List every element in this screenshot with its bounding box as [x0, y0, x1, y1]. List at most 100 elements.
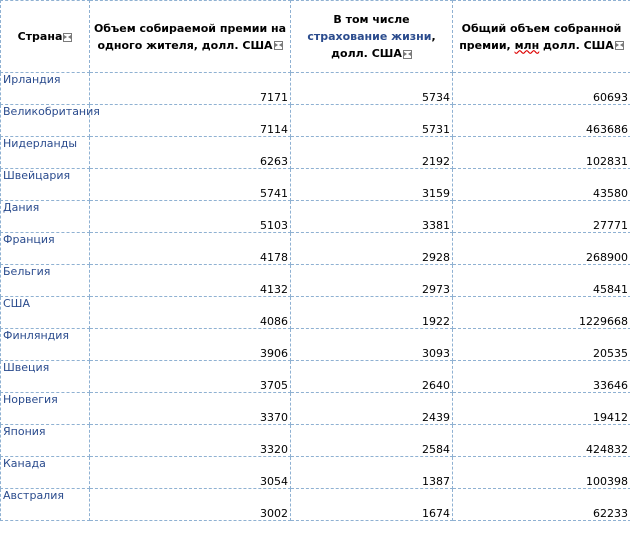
- life-cell: 2439: [290, 392, 453, 425]
- header-per-capita-label: Объем собираемой премии на одного жителя…: [93, 21, 287, 52]
- country-link[interactable]: Канада: [3, 457, 46, 470]
- country-cell: Канада: [0, 456, 90, 489]
- header-per-capita[interactable]: Объем собираемой премии на одного жителя…: [89, 0, 291, 73]
- total-cell: 268900: [452, 232, 630, 265]
- per-capita-cell: 6263: [89, 136, 291, 169]
- life-cell: 1922: [290, 296, 453, 329]
- life-cell: 2640: [290, 360, 453, 393]
- table-row: США 4086 1922 1229668: [0, 296, 630, 329]
- table-row: Бельгия 4132 2973 45841: [0, 264, 630, 297]
- per-capita-cell: 3002: [89, 488, 291, 521]
- total-cell: 27771: [452, 200, 630, 233]
- header-row: Страна Объем собираемой премии на одного…: [0, 0, 630, 73]
- per-capita-cell: 3906: [89, 328, 291, 361]
- country-cell: Бельгия: [0, 264, 90, 297]
- country-cell: Норвегия: [0, 392, 90, 425]
- total-cell: 102831: [452, 136, 630, 169]
- total-cell: 424832: [452, 424, 630, 457]
- life-cell: 1674: [290, 488, 453, 521]
- country-link[interactable]: Япония: [3, 425, 46, 438]
- table-body: Ирландия 7171 5734 60693 Великобритания 7114 5…: [0, 72, 630, 521]
- country-link[interactable]: Норвегия: [3, 393, 58, 406]
- life-cell: 3093: [290, 328, 453, 361]
- country-cell: Финляндия: [0, 328, 90, 361]
- per-capita-cell: 4086: [89, 296, 291, 329]
- total-cell: 43580: [452, 168, 630, 201]
- per-capita-cell: 3705: [89, 360, 291, 393]
- country-cell: США: [0, 296, 90, 329]
- per-capita-cell: 7114: [89, 104, 291, 137]
- per-capita-cell: 3320: [89, 424, 291, 457]
- total-cell: 100398: [452, 456, 630, 489]
- life-cell: 3159: [290, 168, 453, 201]
- country-link[interactable]: Бельгия: [3, 265, 50, 278]
- table-row: Великобритания 7114 5731 463686: [0, 104, 630, 137]
- life-insurance-link[interactable]: страхование жизни: [307, 30, 431, 43]
- country-cell: Дания: [0, 200, 90, 233]
- table-row: Дания 5103 3381 27771: [0, 200, 630, 233]
- country-link[interactable]: Нидерланды: [3, 137, 77, 150]
- life-cell: 2928: [290, 232, 453, 265]
- table-row: Швеция 3705 2640 33646: [0, 360, 630, 393]
- table-row: Нидерланды 6263 2192 102831: [0, 136, 630, 169]
- total-cell: 33646: [452, 360, 630, 393]
- table-row: Ирландия 7171 5734 60693: [0, 72, 630, 105]
- header-country-label: Страна: [17, 30, 63, 43]
- country-cell: Австралия: [0, 488, 90, 521]
- header-total[interactable]: Общий объем собранной премии, млн долл. …: [452, 0, 630, 73]
- insurance-premium-table: Страна Объем собираемой премии на одного…: [0, 0, 630, 521]
- total-cell: 20535: [452, 328, 630, 361]
- life-cell: 2584: [290, 424, 453, 457]
- per-capita-cell: 5103: [89, 200, 291, 233]
- per-capita-cell: 3054: [89, 456, 291, 489]
- total-cell: 463686: [452, 104, 630, 137]
- country-link[interactable]: Великобритания: [3, 105, 100, 118]
- table-row: Финляндия 3906 3093 20535: [0, 328, 630, 361]
- table-row: Швейцария 5741 3159 43580: [0, 168, 630, 201]
- total-cell: 60693: [452, 72, 630, 105]
- per-capita-cell: 3370: [89, 392, 291, 425]
- life-cell: 5734: [290, 72, 453, 105]
- life-cell: 3381: [290, 200, 453, 233]
- sort-icon[interactable]: [63, 32, 73, 42]
- country-link[interactable]: Финляндия: [3, 329, 69, 342]
- per-capita-cell: 4132: [89, 264, 291, 297]
- total-cell: 62233: [452, 488, 630, 521]
- country-link[interactable]: Дания: [3, 201, 39, 214]
- country-link[interactable]: Франция: [3, 233, 55, 246]
- country-cell: Швейцария: [0, 168, 90, 201]
- table-row: Австралия 3002 1674 62233: [0, 488, 630, 521]
- header-total-underlined: млн: [514, 38, 540, 52]
- per-capita-cell: 5741: [89, 168, 291, 201]
- header-total-suffix: долл. США: [539, 38, 614, 52]
- total-cell: 45841: [452, 264, 630, 297]
- country-cell: Франция: [0, 232, 90, 265]
- country-cell: Нидерланды: [0, 136, 90, 169]
- country-link[interactable]: Швейцария: [3, 169, 70, 182]
- table-row: Япония 3320 2584 424832: [0, 424, 630, 457]
- total-cell: 19412: [452, 392, 630, 425]
- table-row: Норвегия 3370 2439 19412: [0, 392, 630, 425]
- sort-icon[interactable]: [273, 41, 283, 50]
- country-cell: Ирландия: [0, 72, 90, 105]
- country-link[interactable]: Ирландия: [3, 73, 61, 86]
- country-link[interactable]: Австралия: [3, 489, 64, 502]
- per-capita-cell: 4178: [89, 232, 291, 265]
- header-life-prefix: В том числе: [333, 13, 410, 26]
- country-link[interactable]: США: [3, 297, 30, 310]
- country-cell: Швеция: [0, 360, 90, 393]
- life-cell: 2192: [290, 136, 453, 169]
- sort-icon[interactable]: [614, 41, 624, 50]
- table-row: Канада 3054 1387 100398: [0, 456, 630, 489]
- country-link[interactable]: Швеция: [3, 361, 49, 374]
- table-row: Франция 4178 2928 268900: [0, 232, 630, 265]
- country-cell: Япония: [0, 424, 90, 457]
- life-cell: 1387: [290, 456, 453, 489]
- sort-icon[interactable]: [402, 49, 412, 59]
- header-life-insurance[interactable]: В том числе страхование жизни, долл. США: [290, 0, 453, 73]
- total-cell: 1229668: [452, 296, 630, 329]
- per-capita-cell: 7171: [89, 72, 291, 105]
- header-country[interactable]: Страна: [0, 0, 90, 73]
- life-cell: 5731: [290, 104, 453, 137]
- country-cell: Великобритания: [0, 104, 100, 137]
